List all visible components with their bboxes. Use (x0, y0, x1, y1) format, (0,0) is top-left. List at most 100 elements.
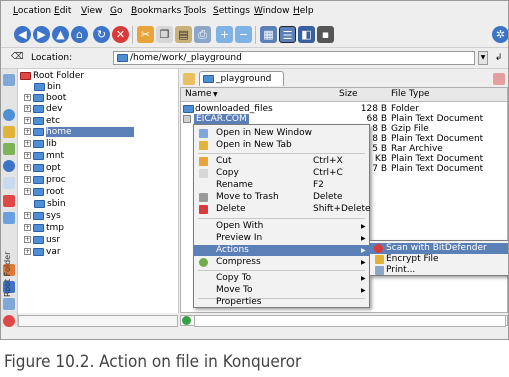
expand-icon[interactable]: + (24, 236, 31, 243)
file-row-selected[interactable]: EICAR.COM 68 B Plain Text Document (181, 114, 507, 124)
menu-cut[interactable]: Cut Ctrl+X (195, 156, 368, 167)
root-folder-tab[interactable]: Root Folder (1, 237, 17, 307)
zoom-out-icon[interactable]: − (235, 26, 252, 43)
expand-icon[interactable]: + (24, 188, 31, 195)
bookmark-star-icon[interactable] (3, 126, 15, 138)
menu-preview-in[interactable]: Preview In ▶ (195, 233, 368, 244)
menu-move-to[interactable]: Move To ▶ (195, 285, 368, 296)
menu-properties[interactable]: Properties (195, 297, 368, 308)
close-panel-icon[interactable] (3, 315, 15, 327)
menu-move-to-trash[interactable]: Move to Trash Delete (195, 192, 368, 203)
konqueror-gear-icon[interactable]: ✲ (492, 26, 508, 43)
expand-icon[interactable]: + (24, 117, 31, 124)
tree-item-opt[interactable]: + opt (24, 163, 61, 174)
tree-item-proc[interactable]: + proc (24, 175, 66, 186)
close-tab-icon[interactable] (493, 73, 505, 85)
zoom-in-icon[interactable]: + (216, 26, 233, 43)
split-view-icon[interactable]: ◧ (298, 26, 315, 43)
bitdefender-icon (374, 244, 383, 253)
expand-icon[interactable]: + (24, 164, 31, 171)
tree-item-bin[interactable]: bin (34, 82, 61, 93)
print-icon[interactable]: ⎙ (194, 26, 211, 43)
go-icon[interactable]: ↲ (492, 51, 505, 65)
clear-location-icon[interactable]: ⌫ (11, 52, 24, 62)
paste-icon[interactable]: ▤ (175, 26, 192, 43)
stop-icon[interactable]: ✕ (112, 26, 129, 43)
expand-icon[interactable]: + (24, 94, 31, 101)
menu-window[interactable]: Window (254, 6, 290, 16)
tree-root[interactable]: Root Folder (20, 71, 84, 82)
tree-item-boot[interactable]: + boot (24, 93, 66, 104)
tree-item-home[interactable]: + home (24, 127, 134, 138)
expand-icon[interactable]: + (24, 176, 31, 183)
tree-item-sbin[interactable]: sbin (34, 199, 66, 210)
menu-bookmarks[interactable]: Bookmarks (131, 6, 181, 16)
services-icon[interactable] (3, 143, 15, 155)
detailed-list-view-icon[interactable]: ☰ (279, 26, 296, 43)
menu-compress[interactable]: Compress ▶ (195, 257, 368, 268)
file-row[interactable]: downloaded_files 128 B Folder (181, 104, 507, 114)
tree-item-lib[interactable]: + lib (24, 139, 57, 150)
tree-item-tmp[interactable]: + tmp (24, 223, 64, 234)
menu-view[interactable]: View (81, 6, 102, 16)
column-file-type[interactable]: File Type (391, 88, 430, 101)
new-tab-icon[interactable] (183, 73, 195, 85)
history-icon[interactable] (3, 109, 15, 121)
tree-item-usr[interactable]: + usr (24, 235, 60, 246)
devices-icon[interactable] (3, 177, 15, 189)
cut-icon[interactable]: ✂ (137, 26, 154, 43)
expand-icon[interactable]: + (24, 128, 31, 135)
expand-icon[interactable]: + (24, 212, 31, 219)
home-nav-icon[interactable]: ⌂ (71, 26, 88, 43)
menu-location[interactable]: Location (13, 6, 51, 16)
copy-icon[interactable]: ❐ (156, 26, 173, 43)
tree-item-dev[interactable]: + dev (24, 104, 63, 115)
network-icon[interactable] (3, 160, 15, 172)
menu-go[interactable]: Go (110, 6, 123, 16)
menu-copy[interactable]: Copy Ctrl+C (195, 168, 368, 179)
submenu-arrow-icon: ▶ (361, 287, 366, 294)
forward-icon[interactable]: ▶ (33, 26, 50, 43)
home-folder-icon[interactable] (3, 195, 15, 207)
tree-item-var[interactable]: + var (24, 247, 61, 258)
tree-item-etc[interactable]: + etc (24, 116, 60, 127)
menu-help[interactable]: Help (293, 6, 314, 16)
expand-icon[interactable]: + (24, 152, 31, 159)
menu-rename[interactable]: Rename F2 (195, 180, 368, 191)
sort-arrow-icon: ▼ (213, 91, 218, 98)
tree-item-mnt[interactable]: + mnt (24, 151, 64, 162)
menu-edit[interactable]: Edit (54, 6, 71, 16)
menu-open-with[interactable]: Open With ▶ (195, 221, 368, 232)
tree-item-sys[interactable]: + sys (24, 211, 61, 222)
back-icon[interactable]: ◀ (14, 26, 31, 43)
tree-scrollbar[interactable] (18, 315, 178, 327)
location-dropdown-button[interactable]: ▼ (478, 51, 488, 65)
terminal-icon[interactable]: ▪ (317, 26, 334, 43)
menu-delete[interactable]: Delete Shift+Delete (195, 204, 371, 215)
menu-tools[interactable]: Tools (184, 6, 206, 16)
menu-actions[interactable]: Actions ▶ (194, 245, 369, 256)
navigation-panel-strip: Root Folder (1, 69, 18, 327)
bookmarks-icon[interactable] (3, 74, 15, 86)
menu-open-new-tab[interactable]: Open in New Tab (195, 140, 368, 151)
location-input[interactable]: /home/work/_playground (113, 51, 475, 65)
column-size[interactable]: Size (339, 88, 357, 101)
expand-icon[interactable]: + (24, 224, 31, 231)
menu-encrypt-file[interactable]: Encrypt File (371, 254, 508, 265)
file-list-header: Name ▼ Size File Type (181, 88, 507, 102)
expand-icon[interactable]: + (24, 248, 31, 255)
up-icon[interactable]: ▲ (52, 26, 69, 43)
menu-open-new-window[interactable]: Open in New Window (195, 128, 368, 139)
reload-icon[interactable]: ↻ (93, 26, 110, 43)
media-icon[interactable] (3, 212, 15, 224)
column-name[interactable]: Name (185, 88, 212, 101)
menu-scan-bitdefender[interactable]: Scan with BitDefender (370, 243, 508, 254)
menu-settings[interactable]: Settings (213, 6, 250, 16)
tree-item-root[interactable]: + root (24, 187, 64, 198)
menu-copy-to[interactable]: Copy To ▶ (195, 273, 368, 284)
expand-icon[interactable]: + (24, 140, 31, 147)
menu-print[interactable]: Print... (371, 265, 508, 276)
tab-playground[interactable]: _playground (199, 71, 284, 86)
icon-view-icon[interactable]: ▦ (260, 26, 277, 43)
expand-icon[interactable]: + (24, 105, 31, 112)
